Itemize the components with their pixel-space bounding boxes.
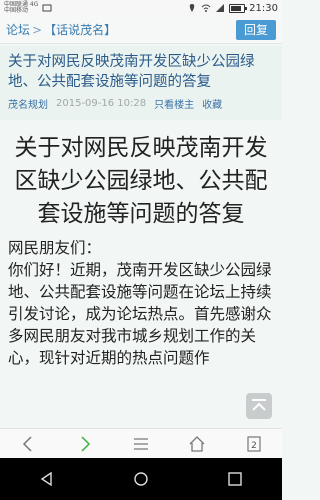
tabs-icon: 2 [247,436,261,452]
post-header: 关于对网民反映茂南开发区缺少公园绿地、公共配套设施等问题的答复 茂名规划 201… [0,46,282,120]
post-author[interactable]: 茂名规划 [8,96,48,111]
back-icon [23,436,32,452]
breadcrumb: 论坛 > 【话说茂名】 [6,21,236,38]
content-paragraph: 你们好！近期，茂南开发区缺少公园绿地、公共配套设施等问题在论坛上持续引发讨论，成… [8,261,272,367]
browser-toolbar: 2 [0,428,282,459]
content-title: 关于对网民反映茂南开发区缺少公园绿地、公共配套设施等问题的答复 [14,135,268,227]
carrier-line2: 中国移动 [4,7,29,14]
carrier-info: 中国联通 4G 中国移动 [4,2,38,14]
forum-header: 论坛 > 【话说茂名】 回复 [0,16,282,44]
nav-back-icon[interactable] [39,471,55,487]
tabs-count: 2 [251,441,257,451]
back-button[interactable] [13,431,43,457]
post-meta: 茂名规划 2015-09-16 10:28 只看楼主 收藏 [8,96,274,111]
location-icon [187,3,197,13]
clock: 21:30 [249,2,278,14]
nav-home-icon[interactable] [133,471,149,487]
favorite-link[interactable]: 收藏 [202,96,222,111]
chevron-up-icon [252,399,266,411]
nav-recents-icon[interactable] [227,471,243,487]
home-button[interactable] [182,431,212,457]
forward-button[interactable] [70,431,100,457]
wifi-icon [201,3,211,13]
system-nav-bar [0,458,282,500]
forward-icon [81,436,90,452]
breadcrumb-separator: > [32,22,43,37]
tabs-button[interactable]: 2 [239,431,269,457]
post-content: 关于对网民反映茂南开发区缺少公园绿地、公共配套设施等问题的答复 网民朋友们： 你… [0,128,282,428]
signal-icon [215,3,225,13]
post-time: 2015-09-16 10:28 [56,98,147,109]
menu-icon [133,438,148,450]
reply-button[interactable]: 回复 [236,19,276,40]
status-bar: 中国联通 4G 中国移动 21:30 [0,0,282,16]
home-icon [189,436,205,452]
scroll-top-button[interactable] [246,393,272,419]
only-author-link[interactable]: 只看楼主 [154,96,194,111]
message-icon [42,3,52,13]
post-title: 关于对网民反映茂南开发区缺少公园绿地、公共配套设施等问题的答复 [8,54,255,90]
content-greeting: 网民朋友们： [8,239,102,257]
breadcrumb-board-link[interactable]: 【话说茂名】 [44,21,116,38]
menu-button[interactable] [126,431,156,457]
battery-icon [229,3,248,13]
breadcrumb-forum-link[interactable]: 论坛 [6,21,30,38]
